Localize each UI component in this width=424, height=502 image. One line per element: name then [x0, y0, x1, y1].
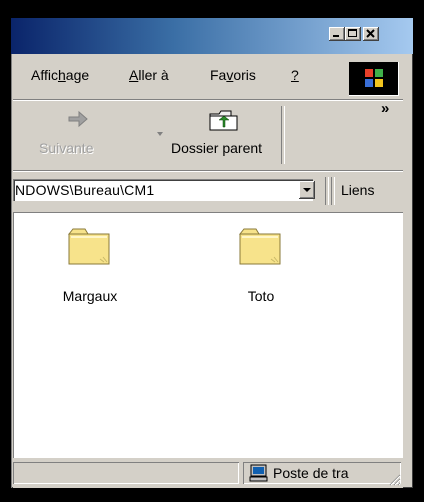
forward-label: Suivante: [39, 140, 94, 156]
menu-help[interactable]: ?: [291, 67, 299, 83]
dropdown-arrow-icon: [303, 188, 311, 192]
links-separator: [325, 177, 329, 205]
links-label[interactable]: Liens: [341, 182, 374, 198]
folder-view[interactable]: Margaux Toto: [13, 212, 403, 458]
minimize-icon: [333, 35, 339, 37]
forward-arrow-icon: [68, 110, 88, 128]
links-grip: [331, 177, 335, 205]
forward-button[interactable]: Suivante: [19, 104, 129, 166]
address-bar: NDOWS\Bureau\CM1 Liens: [13, 173, 403, 209]
minimize-button[interactable]: [329, 27, 345, 41]
explorer-window: Affichage Aller à Favoris ? Suivante Dos…: [11, 18, 413, 488]
maximize-button[interactable]: [345, 27, 361, 41]
toolbar-separator: [281, 106, 285, 164]
up-folder-button[interactable]: Dossier parent: [167, 104, 277, 166]
status-bar: Poste de tra: [13, 458, 403, 488]
windows-flag-icon: [365, 69, 383, 87]
resize-grip-icon[interactable]: [387, 472, 401, 486]
close-icon: [366, 29, 375, 38]
address-dropdown-button[interactable]: [299, 181, 315, 199]
address-field[interactable]: NDOWS\Bureau\CM1: [13, 179, 313, 201]
menu-bar: Affichage Aller à Favoris ?: [13, 56, 403, 98]
standard-toolbar: Suivante Dossier parent »: [13, 100, 403, 170]
windows-logo: [349, 62, 399, 96]
menu-affichage[interactable]: Affichage: [31, 67, 89, 83]
screen-edge-top: [0, 0, 424, 18]
title-bar[interactable]: [11, 18, 413, 54]
close-button[interactable]: [363, 27, 379, 41]
parent-folder-icon: [209, 110, 238, 131]
menu-favoris[interactable]: Favoris: [210, 67, 256, 83]
screen-edge-bottom: [0, 488, 424, 502]
menu-aller-a[interactable]: Aller à: [129, 67, 169, 83]
toolbar-divider: [13, 170, 403, 172]
address-path: NDOWS\Bureau\CM1: [15, 182, 155, 198]
menu-divider: [13, 99, 403, 101]
folder-icon: [67, 228, 110, 265]
status-pane-zone: Poste de tra: [243, 462, 401, 484]
maximize-icon: [348, 29, 357, 37]
folder-name: Margaux: [62, 288, 118, 304]
status-pane-main: [13, 462, 239, 484]
dropdown-arrow-icon[interactable]: [157, 132, 165, 138]
screen-edge-right: [413, 0, 424, 502]
up-folder-label: Dossier parent: [171, 140, 263, 156]
folder-icon: [238, 228, 281, 265]
status-zone-text: Poste de tra: [273, 465, 349, 481]
folder-name: Toto: [247, 288, 275, 304]
computer-icon: [249, 464, 268, 482]
toolbar-chevron[interactable]: »: [381, 100, 389, 117]
